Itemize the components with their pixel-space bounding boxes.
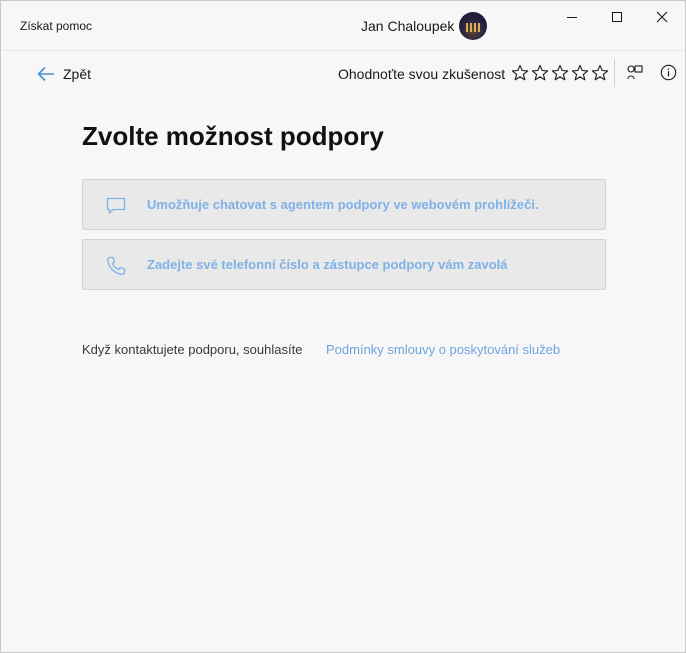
- app-window: Získat pomoc Jan Chaloupek Zpět Ohodnoťt…: [0, 0, 686, 653]
- app-title: Získat pomoc: [20, 19, 93, 33]
- chat-option-button[interactable]: Umožňuje chatovat s agentem podpory ve w…: [82, 179, 606, 230]
- chat-icon: [106, 197, 126, 214]
- maximize-icon: [612, 12, 622, 22]
- share-icon[interactable]: [626, 64, 644, 82]
- minimize-button[interactable]: [549, 1, 595, 33]
- info-icon[interactable]: [660, 64, 677, 81]
- star-icon[interactable]: [551, 64, 569, 82]
- phone-option-label: Zadejte své telefonní číslo a zástupce p…: [147, 257, 508, 272]
- rating-stars: [511, 64, 609, 82]
- star-icon[interactable]: [591, 64, 609, 82]
- phone-option-button[interactable]: Zadejte své telefonní číslo a zástupce p…: [82, 239, 606, 290]
- close-icon: [656, 11, 668, 23]
- title-bar: Získat pomoc Jan Chaloupek: [1, 1, 685, 51]
- star-icon[interactable]: [511, 64, 529, 82]
- back-button[interactable]: Zpět: [37, 64, 91, 84]
- chat-option-label: Umožňuje chatovat s agentem podpory ve w…: [147, 197, 539, 212]
- toolbar-divider: [614, 59, 615, 87]
- back-arrow-icon: [37, 66, 54, 82]
- back-label: Zpět: [63, 66, 92, 82]
- maximize-button[interactable]: [594, 1, 640, 33]
- close-button[interactable]: [639, 1, 685, 33]
- phone-icon: [107, 256, 126, 275]
- terms-text: Když kontaktujete podporu, souhlasíte: [82, 342, 303, 357]
- star-icon[interactable]: [571, 64, 589, 82]
- user-name[interactable]: Jan Chaloupek: [361, 18, 454, 34]
- terms-link[interactable]: Podmínky smlouvy o poskytování služeb: [326, 342, 560, 357]
- rating-label: Ohodnoťte svou zkušenost: [338, 66, 506, 82]
- avatar[interactable]: [459, 12, 487, 40]
- minimize-icon: [567, 16, 577, 18]
- page-title: Zvolte možnost podpory: [82, 121, 384, 151]
- star-icon[interactable]: [531, 64, 549, 82]
